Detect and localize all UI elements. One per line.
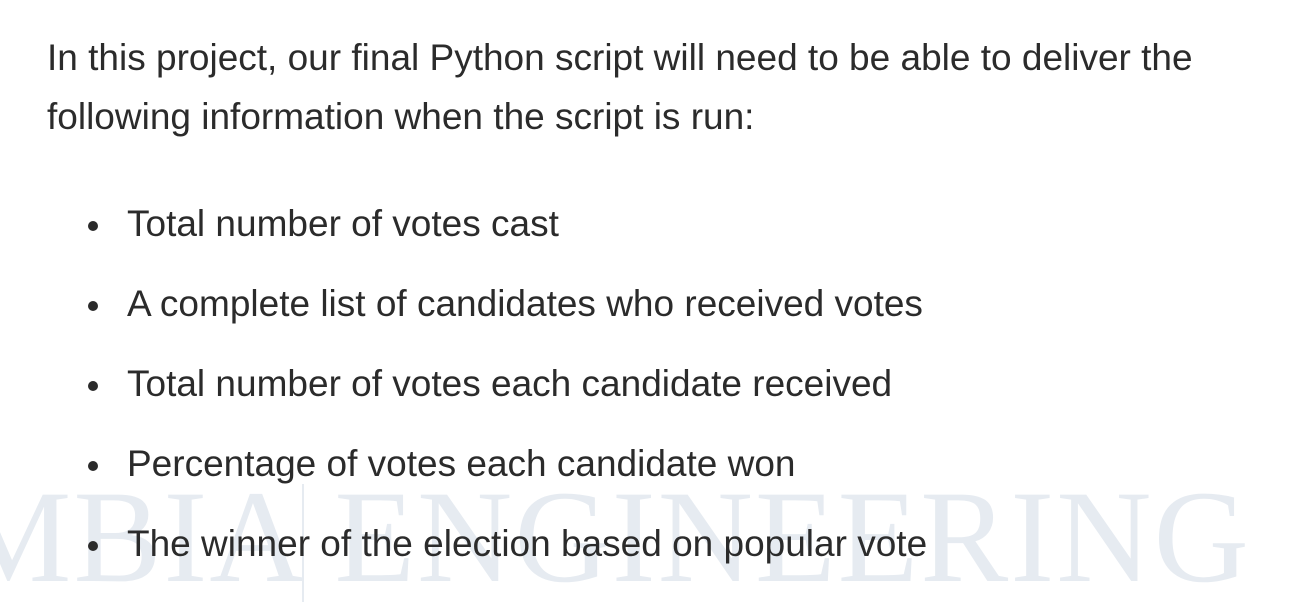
intro-paragraph: In this project, our final Python script…: [47, 37, 1193, 137]
list-item-text: The winner of the election based on popu…: [127, 523, 928, 564]
list-item: Total number of votes cast: [47, 184, 1314, 264]
list-item: Total number of votes each candidate rec…: [47, 344, 1314, 424]
list-item-text: Total number of votes each candidate rec…: [127, 363, 893, 404]
bullet-icon: [88, 221, 98, 231]
list-item: The winner of the election based on popu…: [47, 504, 1314, 584]
document-body: In this project, our final Python script…: [0, 0, 1314, 584]
bullet-icon: [88, 541, 98, 551]
bullet-icon: [88, 461, 98, 471]
list-item: Percentage of votes each candidate won: [47, 424, 1314, 504]
list-item-text: Percentage of votes each candidate won: [127, 443, 796, 484]
list-item-text: Total number of votes cast: [127, 203, 559, 244]
bullet-icon: [88, 381, 98, 391]
list-item-text: A complete list of candidates who receiv…: [127, 283, 923, 324]
list-item: A complete list of candidates who receiv…: [47, 264, 1314, 344]
requirements-list: Total number of votes cast A complete li…: [47, 184, 1314, 584]
bullet-icon: [88, 301, 98, 311]
